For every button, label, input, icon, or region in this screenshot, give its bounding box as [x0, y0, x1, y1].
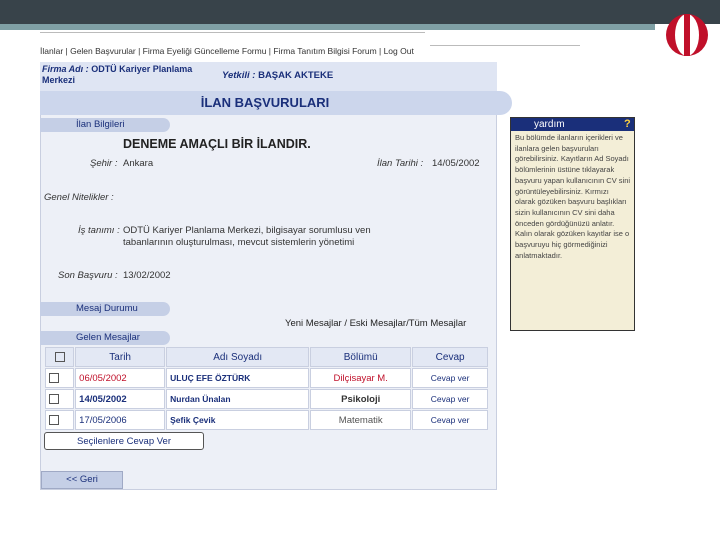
help-text: Bu bölümde ilanların içerikleri ve ilanl… [515, 133, 631, 260]
row-date: 17/05/2006 [75, 410, 166, 430]
firma-label: Firma Adı : [42, 64, 89, 74]
col-tarih: Tarih [75, 347, 166, 367]
is-tanimi-label: İş tanımı : [78, 225, 120, 236]
row-reply-link[interactable]: Cevap ver [412, 389, 488, 409]
son-basvuru-value: 13/02/2002 [123, 270, 171, 281]
help-question-icon[interactable]: ? [624, 118, 631, 130]
checkbox[interactable] [54, 351, 65, 362]
son-basvuru-label: Son Başvuru : [58, 270, 118, 281]
checkbox[interactable] [49, 393, 59, 404]
back-button[interactable]: << Geri [41, 471, 123, 489]
row-date: 14/05/2002 [75, 389, 166, 409]
select-all-cell[interactable] [45, 347, 75, 367]
table-row: 06/05/2002 ULUÇ EFE ÖZTÜRK Dilçisayar M.… [45, 368, 488, 388]
row-date: 06/05/2002 [75, 368, 166, 388]
ilan-title: DENEME AMAÇLI BİR İLANDIR. [123, 137, 311, 151]
row-select[interactable] [45, 368, 75, 388]
table-header-row: Tarih Adı Soyadı Bölümü Cevap [45, 347, 488, 367]
is-tanimi-value: ODTÜ Kariyer Planlama Merkezi, bilgisaya… [123, 225, 371, 248]
ilan-tarihi-value: 14/05/2002 [432, 158, 480, 169]
row-department: Matematik [310, 410, 412, 430]
row-applicant-name[interactable]: Şefik Çevik [166, 410, 310, 430]
table-row: 17/05/2006 Şefik Çevik Matematik Cevap v… [45, 410, 488, 430]
section-label: İlan Bilgileri [76, 119, 125, 130]
checkbox[interactable] [49, 372, 59, 383]
yetkili-info: Yetkili : BAŞAK AKTEKE [222, 70, 333, 81]
yetkili-label: Yetkili : [222, 70, 256, 81]
row-applicant-name[interactable]: Nurdan Ünalan [166, 389, 310, 409]
col-adi-soyadi: Adı Soyadı [166, 347, 310, 367]
section-gelen-mesajlar: Gelen Mesajlar [40, 331, 170, 345]
row-reply-link[interactable]: Cevap ver [412, 410, 488, 430]
table-row: 14/05/2002 Nurdan Ünalan Psikoloji Cevap… [45, 389, 488, 409]
top-nav-links[interactable]: İlanlar | Gelen Başvurular | Firma Eyeli… [40, 46, 430, 56]
university-logo [666, 14, 708, 56]
message-filter-links[interactable]: Yeni Mesajlar / Eski Mesajlar/Tüm Mesajl… [285, 318, 466, 329]
row-department: Dilçisayar M. [310, 368, 412, 388]
sehir-label: Şehir : [90, 158, 118, 169]
row-reply-link[interactable]: Cevap ver [412, 368, 488, 388]
section-label: Gelen Mesajlar [76, 332, 140, 343]
ilan-tarihi-label: İlan Tarihi : [377, 158, 424, 169]
help-header [511, 118, 634, 131]
reply-selected-button[interactable]: Seçilenlere Cevap Ver [44, 432, 204, 450]
row-select[interactable] [45, 410, 75, 430]
top-strip [0, 24, 655, 30]
help-title: yardım [534, 119, 565, 130]
top-banner [0, 0, 720, 24]
nav-divider [40, 32, 425, 33]
section-ilan-bilgileri: İlan Bilgileri [40, 118, 170, 132]
page-title: İLAN BAŞVURULARI [200, 95, 330, 110]
col-bolumu: Bölümü [310, 347, 412, 367]
genel-nitelikler-label: Genel Nitelikler : [44, 192, 114, 203]
row-applicant-name[interactable]: ULUÇ EFE ÖZTÜRK [166, 368, 310, 388]
row-department: Psikoloji [310, 389, 412, 409]
row-select[interactable] [45, 389, 75, 409]
section-label: Mesaj Durumu [76, 303, 138, 314]
col-cevap: Cevap [412, 347, 488, 367]
applications-table: Tarih Adı Soyadı Bölümü Cevap 06/05/2002… [44, 346, 489, 431]
firma-info: Firma Adı : ODTÜ Kariyer Planlama Merkez… [42, 64, 212, 86]
section-mesaj-durumu: Mesaj Durumu [40, 302, 170, 316]
checkbox[interactable] [49, 414, 59, 425]
nav-divider [430, 45, 580, 46]
yetkili-name: BAŞAK AKTEKE [258, 70, 334, 81]
sehir-value: Ankara [123, 158, 154, 169]
